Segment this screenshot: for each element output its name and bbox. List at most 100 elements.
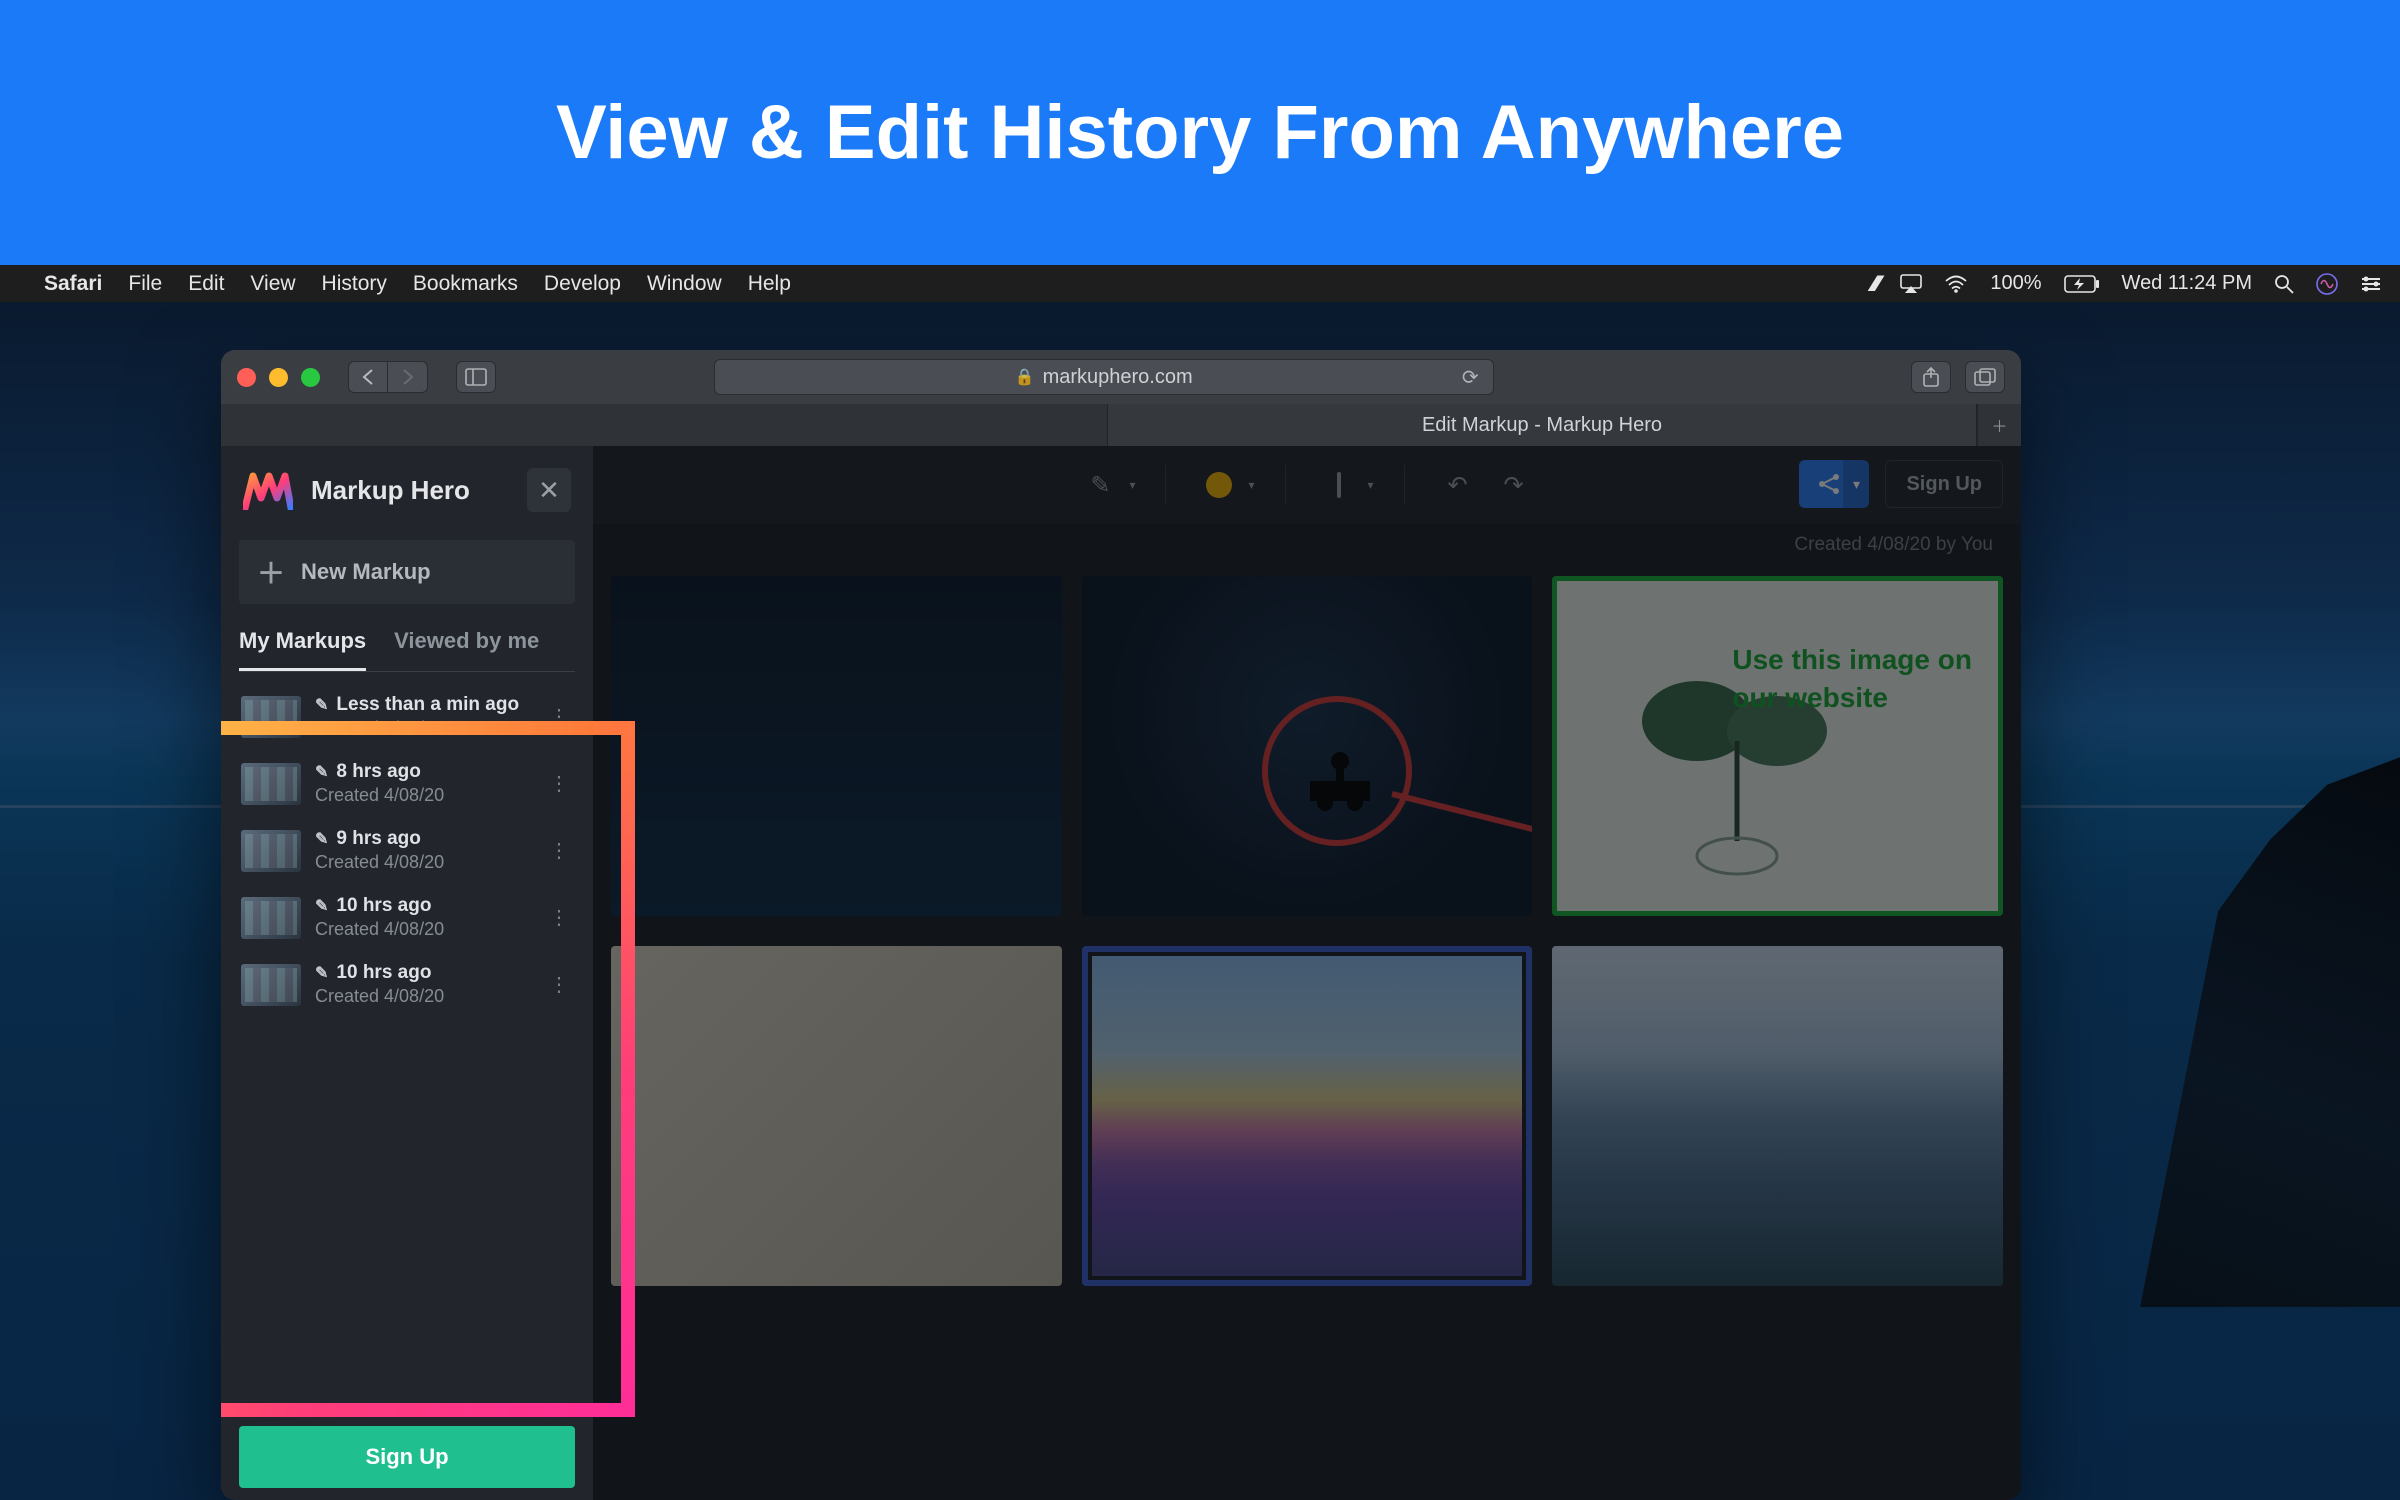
markup-created: Created 4/08/20 [315,986,531,1007]
tool-stroke-button[interactable] [1316,462,1362,508]
banner-title: View & Edit History From Anywhere [556,89,1844,176]
siri-icon[interactable] [2316,273,2338,295]
new-markup-button[interactable]: ＋ New Markup [239,540,575,604]
markup-created: Created 4/08/20 [315,852,531,873]
annotation-arrow-icon [1391,791,1532,903]
share-dropdown-button[interactable]: ▾ [1843,460,1869,508]
markup-list-item[interactable]: ✎10 hrs ago Created 4/08/20 ⋮ [231,887,583,948]
markup-more-button[interactable]: ⋮ [545,905,573,930]
menu-file[interactable]: File [128,272,162,296]
markup-card[interactable] [1082,576,1533,916]
logo-text: Markup Hero [311,475,470,506]
menu-develop[interactable]: Develop [544,272,621,296]
tab-my-markups[interactable]: My Markups [239,618,366,671]
url-text: markuphero.com [1043,366,1193,389]
markup-more-button[interactable]: ⋮ [545,838,573,863]
markup-hero-menubar-icon[interactable]: ⁄⁄⁄⁄ [1872,271,1879,297]
signup-label: Sign Up [365,1444,448,1470]
markup-thumbnail [241,763,301,805]
tool-color-button[interactable] [1196,462,1242,508]
nav-back-button[interactable] [348,361,388,393]
app-sidebar: Markup Hero ✕ ＋ New Markup My Markups Vi… [221,446,593,1500]
wifi-icon[interactable] [1944,275,1968,293]
markup-card[interactable] [1082,946,1533,1286]
sidebar-tabs: My Markups Viewed by me [221,618,593,671]
menu-history[interactable]: History [322,272,387,296]
undo-button[interactable]: ↶ [1435,462,1481,508]
safari-sidebar-button[interactable] [456,361,496,393]
window-minimize-button[interactable] [269,368,288,387]
redo-button[interactable]: ↷ [1491,462,1537,508]
pencil-icon: ✎ [315,695,328,715]
chevron-down-icon[interactable]: ▾ [1368,478,1374,492]
markup-hero-app: Markup Hero ✕ ＋ New Markup My Markups Vi… [221,446,2021,1500]
markup-card[interactable]: Use this image on our website [1552,576,2003,916]
chevron-down-icon[interactable]: ▾ [1129,478,1135,492]
markup-thumbnail [241,696,301,738]
wallpaper-cliff [2140,757,2400,1307]
markup-list-item[interactable]: ✎10 hrs ago Created 4/08/20 ⋮ [231,954,583,1015]
markup-thumbnail [241,897,301,939]
markup-time: Less than a min ago [336,694,519,716]
menu-view[interactable]: View [250,272,295,296]
markup-card[interactable] [1552,946,2003,1286]
window-zoom-button[interactable] [301,368,320,387]
markup-list: ✎ Less than a min ago Created 4/08/20 ⋮ ✎… [221,672,593,1029]
reload-icon[interactable]: ⟳ [1462,365,1479,390]
menubar-app-name[interactable]: Safari [44,272,102,296]
tab-edit-markup[interactable]: Edit Markup - Markup Hero [1107,404,1977,446]
menu-edit[interactable]: Edit [188,272,224,296]
control-center-icon[interactable] [2360,275,2382,293]
markup-card[interactable] [611,946,1062,1286]
menu-bookmarks[interactable]: Bookmarks [413,272,518,296]
airplay-icon[interactable] [1900,274,1922,294]
sidebar-header: Markup Hero ✕ [221,446,593,534]
chevron-down-icon[interactable]: ▾ [1248,478,1254,492]
nav-forward-button[interactable] [388,361,428,393]
menubar-clock[interactable]: Wed 11:24 PM [2122,272,2252,295]
toolbar-right: ▾ Sign Up [1799,460,2003,508]
new-tab-button[interactable]: ＋ [1977,404,2021,446]
markup-more-button[interactable]: ⋮ [545,972,573,997]
show-tabs-button[interactable] [1965,361,2005,393]
window-traffic-lights [237,368,320,387]
markup-more-button[interactable]: ⋮ [545,771,573,796]
markup-more-button[interactable]: ⋮ [545,704,573,729]
markup-created: Created 4/08/20 [315,718,531,739]
menu-help[interactable]: Help [748,272,791,296]
promo-banner: View & Edit History From Anywhere [0,0,2400,265]
markup-thumbnail [241,830,301,872]
signup-label: Sign Up [1906,473,1982,496]
safari-window: 🔒 markuphero.com ⟳ Edit Markup - Markup … [221,350,2021,1500]
tool-pen-button[interactable]: ✎ [1077,462,1123,508]
spotlight-icon[interactable] [2274,274,2294,294]
pencil-icon: ✎ [315,829,328,849]
markup-list-item[interactable]: ✎8 hrs ago Created 4/08/20 ⋮ [231,753,583,814]
markup-card[interactable] [611,576,1062,916]
silhouette-graphic [1300,741,1380,811]
tab-viewed-by-me[interactable]: Viewed by me [394,618,539,671]
markup-hero-logo-icon [243,470,293,510]
url-bar[interactable]: 🔒 markuphero.com ⟳ [714,359,1494,395]
safari-titlebar: 🔒 markuphero.com ⟳ [221,350,2021,404]
battery-charging-icon[interactable] [2064,275,2100,293]
markup-list-item[interactable]: ✎ Less than a min ago Created 4/08/20 ⋮ [231,686,583,747]
markup-time: 10 hrs ago [336,962,431,984]
close-sidebar-button[interactable]: ✕ [527,468,571,512]
header-signup-button[interactable]: Sign Up [1885,460,2003,508]
desktop-wallpaper: 🔒 markuphero.com ⟳ Edit Markup - Markup … [0,302,2400,1500]
plus-icon: ＋ [257,552,285,592]
document-meta: Created 4/08/20 by You [1794,534,1993,556]
color-swatch-icon [1206,472,1232,498]
markup-time: 9 hrs ago [336,828,420,850]
annotation-text: Use this image on our website [1732,641,1972,717]
share-sheet-button[interactable] [1911,361,1951,393]
window-close-button[interactable] [237,368,256,387]
sidebar-signup-button[interactable]: Sign Up [239,1426,575,1488]
markup-list-item[interactable]: ✎ 9 hrs ago Created 4/08/20 ⋮ [231,820,583,881]
battery-percent[interactable]: 100% [1990,272,2041,295]
pencil-icon: ✎ [315,762,328,782]
safari-tabbar: Edit Markup - Markup Hero ＋ [221,404,2021,446]
menu-window[interactable]: Window [647,272,722,296]
markup-created: Created 4/08/20 [315,919,531,940]
